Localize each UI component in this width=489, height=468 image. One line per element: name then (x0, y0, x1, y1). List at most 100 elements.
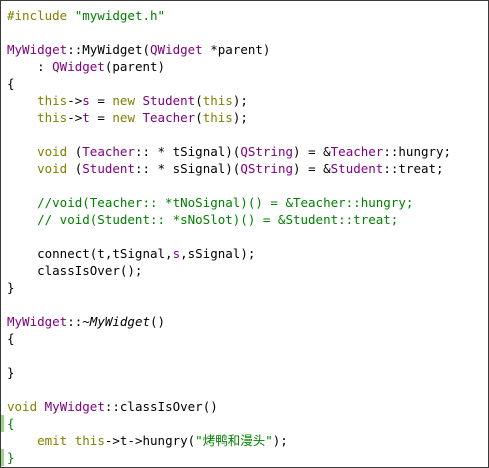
code-token: :: * tSignal)( (134, 144, 241, 159)
code-token: connect(t,tSignal, (7, 246, 173, 261)
code-token: ( (195, 110, 203, 125)
code-token: -> (67, 110, 83, 125)
code-token: } (7, 450, 15, 465)
code-token: // void(Student:: *sNoSlot)() = &Student… (7, 212, 399, 227)
code-token: new (112, 93, 135, 108)
code-line: #include "mywidget.h" (7, 7, 165, 24)
code-token: "烤鸭和漫头" (195, 433, 273, 448)
code-token: //void(Teacher:: *tNoSignal)() = &Teache… (7, 195, 414, 210)
code-token: ( (142, 42, 151, 57)
code-token: ) = & (293, 144, 331, 159)
code-token: void (37, 161, 68, 176)
code-token: ( (67, 144, 83, 159)
code-token: ::~ (67, 314, 90, 329)
code-token: MyWidget (7, 42, 68, 57)
code-token: ::treat; (383, 161, 444, 176)
code-token: QString (240, 144, 294, 159)
code-token: (parent) (104, 59, 166, 74)
code-line: this->s = new Student(this); (7, 92, 248, 109)
code-token: } (7, 365, 15, 380)
code-line: MyWidget::~MyWidget() (7, 313, 165, 330)
code-token: ) = & (293, 161, 331, 176)
code-token: MyWidget (44, 399, 105, 414)
code-token: ->t->hungry( (104, 433, 196, 448)
code-line: this->t = new Teacher(this); (7, 109, 248, 126)
code-editor[interactable]: #include "mywidget.h" MyWidget::MyWidget(… (0, 0, 489, 468)
code-token: ::classIsOver() (104, 399, 218, 414)
code-token: :: * sSignal)( (134, 161, 241, 176)
code-line: : QWidget(parent) (7, 58, 165, 75)
code-token: this (74, 433, 105, 448)
code-token: MyWidget (82, 42, 143, 57)
code-token: : (7, 59, 53, 74)
code-token: void (7, 399, 38, 414)
code-line: void MyWidget::classIsOver() (7, 398, 218, 415)
code-token: Student (82, 161, 135, 176)
code-token: ); (232, 93, 248, 108)
code-token: emit (37, 433, 68, 448)
code-token: QWidget (52, 59, 105, 74)
code-token: #include (7, 8, 75, 23)
code-token: QWidget (150, 42, 203, 57)
code-line: emit this->t->hungry("烤鸭和漫头"); (7, 432, 288, 449)
code-token: s (172, 246, 181, 261)
code-line: { (7, 415, 15, 432)
code-token: { (7, 331, 15, 346)
code-line: classIsOver(); (7, 262, 142, 279)
code-token: this (202, 93, 233, 108)
code-token: { (7, 76, 15, 91)
code-token: ,sSignal); (180, 246, 256, 261)
code-token: this (37, 110, 68, 125)
code-line: void (Student:: * sSignal)(QString) = &S… (7, 160, 444, 177)
code-token: new (112, 110, 135, 125)
code-token: void (37, 144, 68, 159)
code-token: :: (67, 42, 83, 57)
code-token: -> (67, 93, 83, 108)
code-token: ( (67, 161, 83, 176)
code-token: Student (330, 161, 384, 176)
bracket-match-marker (1, 415, 4, 432)
code-token: } (7, 280, 15, 295)
code-token: Teacher (330, 144, 384, 159)
code-line: //void(Teacher:: *tNoSignal)() = &Teache… (7, 194, 413, 211)
code-line: } (7, 279, 15, 296)
code-token: MyWidget (89, 314, 151, 329)
code-line: } (7, 449, 15, 466)
code-token: () (150, 314, 166, 329)
code-token: ); (232, 110, 248, 125)
code-token: t (82, 110, 90, 125)
code-token: this (37, 93, 68, 108)
code-token: classIsOver(); (7, 263, 143, 278)
code-token: s (82, 93, 90, 108)
code-token: Student (142, 93, 196, 108)
code-token: ); (272, 433, 288, 448)
code-token: ::hungry; (383, 144, 452, 159)
code-line: { (7, 75, 15, 92)
code-token: *parent) (202, 42, 271, 57)
code-token: ( (195, 93, 203, 108)
code-token: Teacher (82, 144, 135, 159)
code-line: } (7, 364, 15, 381)
bracket-match-marker (1, 449, 4, 466)
code-token: "mywidget.h" (74, 8, 166, 23)
code-line: void (Teacher:: * tSignal)(QString) = &T… (7, 143, 451, 160)
code-token: { (7, 416, 15, 431)
code-line: MyWidget::MyWidget(QWidget *parent) (7, 41, 270, 58)
code-token: = (89, 93, 113, 108)
code-token: = (89, 110, 113, 125)
code-token: Teacher (142, 110, 196, 125)
code-line: // void(Student:: *sNoSlot)() = &Student… (7, 211, 398, 228)
code-token: QString (240, 161, 294, 176)
code-token: MyWidget (7, 314, 68, 329)
code-line: { (7, 330, 15, 347)
code-line: connect(t,tSignal,s,sSignal); (7, 245, 255, 262)
